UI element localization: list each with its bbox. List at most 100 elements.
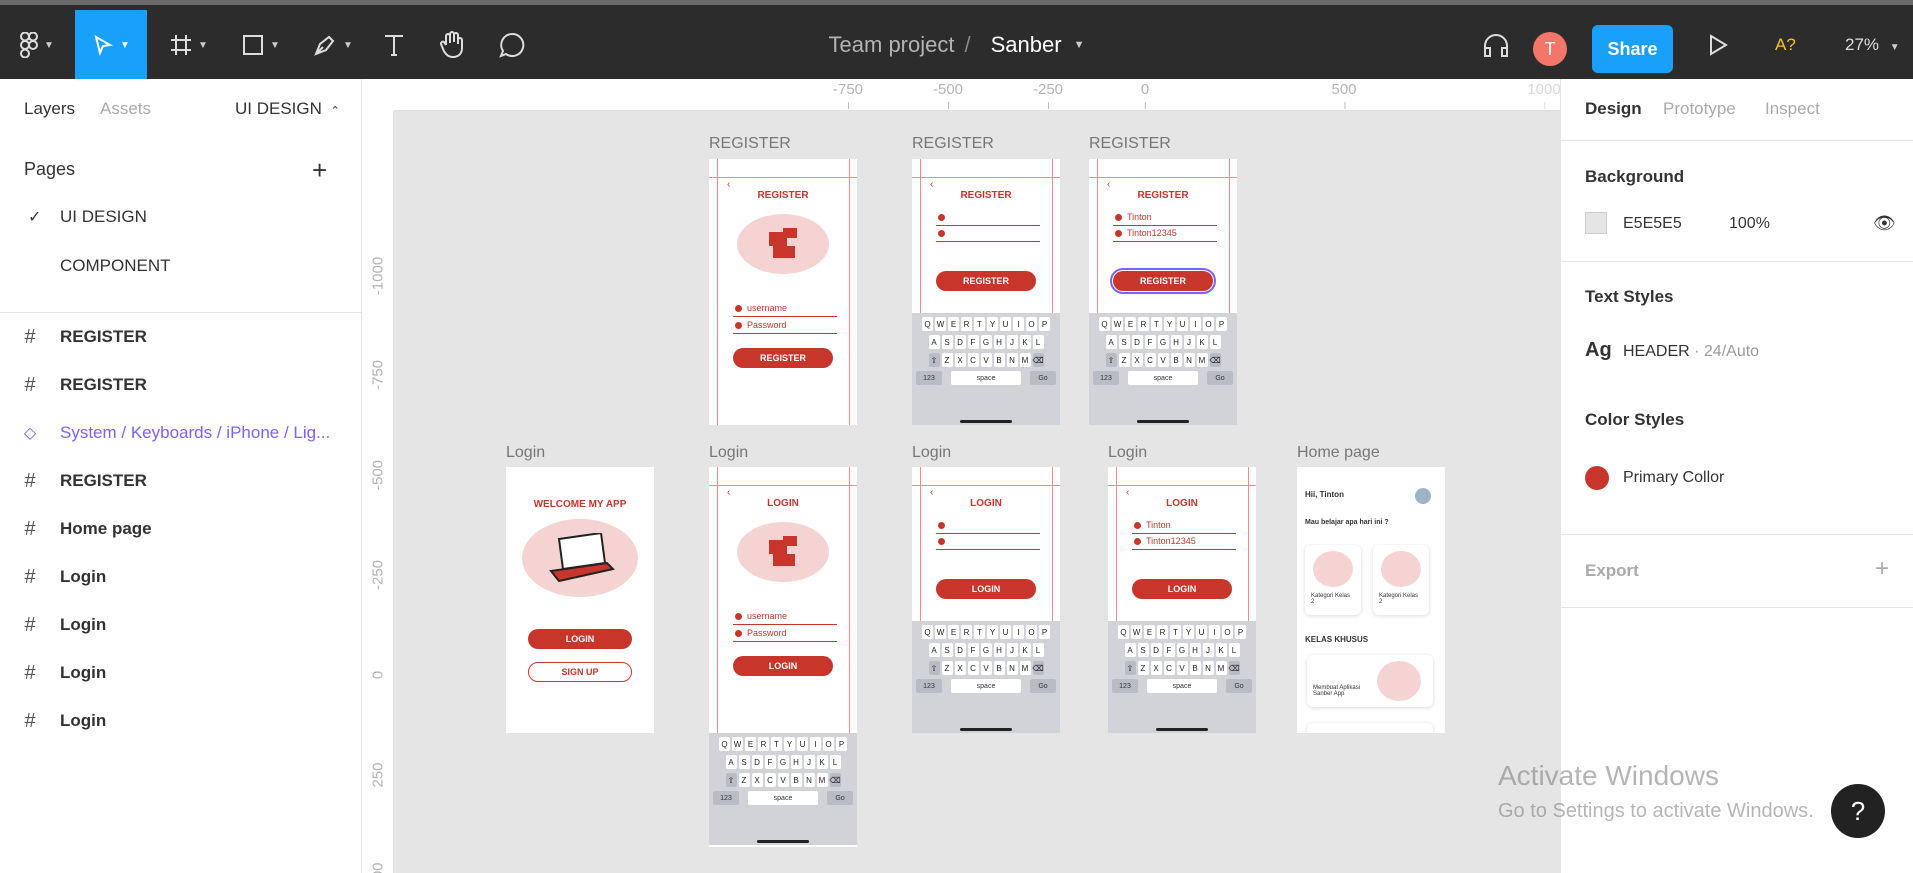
keyboard-key[interactable]: R	[758, 737, 769, 751]
keyboard-key[interactable]: P	[1216, 317, 1227, 331]
help-button[interactable]: ?	[1831, 784, 1885, 838]
keyboard-key[interactable]: F	[1144, 335, 1156, 349]
keyboard-key[interactable]: F	[967, 643, 979, 657]
keyboard-key[interactable]: T	[1170, 625, 1181, 639]
keyboard-key[interactable]: O	[1026, 317, 1037, 331]
keyboard-key[interactable]: R	[961, 317, 972, 331]
key-space[interactable]: space	[951, 371, 1021, 385]
eye-icon[interactable]: 👁	[1873, 213, 1896, 234]
keyboard-key[interactable]: Z	[1137, 661, 1149, 675]
page-item-component[interactable]: COMPONENT	[60, 256, 171, 276]
keyboard-key[interactable]: F	[967, 335, 979, 349]
keyboard-key[interactable]: S	[1118, 335, 1130, 349]
keyboard-key[interactable]: B	[1170, 353, 1182, 367]
keyboard-key[interactable]: H	[790, 755, 802, 769]
keyboard-key[interactable]: L	[1228, 643, 1240, 657]
layer-item[interactable]: # REGISTER	[0, 317, 362, 357]
add-page-icon[interactable]: +	[312, 155, 327, 186]
keyboard-key[interactable]: C	[764, 773, 776, 787]
login-button[interactable]: LOGIN	[936, 579, 1036, 599]
keyboard-key[interactable]: S	[738, 755, 750, 769]
keyboard-key[interactable]: R	[1157, 625, 1168, 639]
keyboard-key[interactable]: S	[941, 335, 953, 349]
keyboard-key[interactable]: T	[1151, 317, 1162, 331]
username-field[interactable]	[936, 520, 1040, 534]
keyboard-key[interactable]: U	[1177, 317, 1188, 331]
keyboard-key[interactable]: L	[1209, 335, 1221, 349]
keyboard-key[interactable]: B	[993, 661, 1005, 675]
backspace-key-icon[interactable]: ⌫	[1228, 661, 1240, 675]
keyboard-key[interactable]: T	[974, 317, 985, 331]
keyboard-key[interactable]: Y	[784, 737, 795, 751]
keyboard-key[interactable]: U	[797, 737, 808, 751]
frame-login-welcome[interactable]: WELCOME MY APP LOGIN SIGN UP	[506, 467, 654, 733]
keyboard-key[interactable]: Q	[922, 625, 933, 639]
layer-item[interactable]: # Login	[0, 701, 362, 741]
avatar[interactable]: T	[1533, 32, 1567, 66]
layer-item[interactable]: # REGISTER	[0, 365, 362, 405]
text-style-item[interactable]: HEADER · 24/Auto	[1623, 343, 1759, 361]
keyboard-key[interactable]: N	[1006, 661, 1018, 675]
keyboard-key[interactable]: E	[948, 625, 959, 639]
avatar[interactable]	[1415, 488, 1431, 504]
frame-label[interactable]: Login	[709, 444, 748, 462]
backspace-key-icon[interactable]: ⌫	[829, 773, 841, 787]
username-field[interactable]: username	[733, 611, 837, 625]
keyboard-key[interactable]: L	[829, 755, 841, 769]
shape-tool-button[interactable]: ▼	[232, 10, 290, 80]
keyboard-key[interactable]: P	[836, 737, 847, 751]
keyboard-key[interactable]: K	[1215, 643, 1227, 657]
keyboard-key[interactable]: Q	[719, 737, 730, 751]
keyboard-key[interactable]: T	[771, 737, 782, 751]
username-field[interactable]: Tinton	[1132, 520, 1236, 534]
frame-register-3[interactable]: ‹ REGISTER Tinton Tinton12345 REGISTER Q…	[1089, 159, 1237, 425]
frame-label[interactable]: Home page	[1297, 444, 1380, 462]
keyboard-key[interactable]: Q	[922, 317, 933, 331]
keyboard-key[interactable]: O	[1222, 625, 1233, 639]
register-button[interactable]: REGISTER	[733, 348, 833, 368]
keyboard-key[interactable]: K	[1019, 643, 1031, 657]
course-card[interactable]	[1307, 723, 1433, 733]
keyboard-key[interactable]: Z	[1118, 353, 1130, 367]
keyboard-key[interactable]: Z	[941, 353, 953, 367]
keyboard-key[interactable]: I	[810, 737, 821, 751]
audio-chat-button[interactable]	[1478, 10, 1514, 80]
page-item-ui-design[interactable]: UI DESIGN	[60, 207, 147, 227]
frame-login-3[interactable]: ‹ LOGIN Tinton Tinton12345 LOGIN QWERTYU…	[1108, 467, 1256, 733]
key-space[interactable]: space	[951, 679, 1021, 693]
main-menu-button[interactable]: ▼	[12, 10, 62, 80]
tab-layers[interactable]: Layers	[24, 99, 75, 119]
keyboard-key[interactable]: P	[1039, 625, 1050, 639]
keyboard-key[interactable]: H	[993, 335, 1005, 349]
add-export-icon[interactable]: +	[1875, 555, 1889, 583]
key-space[interactable]: space	[748, 791, 818, 805]
keyboard-key[interactable]: A	[928, 335, 940, 349]
accessibility-check-button[interactable]: A?	[1775, 35, 1796, 55]
key-space[interactable]: space	[1147, 679, 1217, 693]
keyboard-key[interactable]: F	[1163, 643, 1175, 657]
key-go[interactable]: Go	[1030, 371, 1056, 385]
keyboard-key[interactable]: X	[954, 661, 966, 675]
keyboard-key[interactable]: W	[935, 317, 946, 331]
background-opacity-input[interactable]: 100%	[1729, 215, 1770, 233]
keyboard-key[interactable]: X	[1131, 353, 1143, 367]
layer-item[interactable]: # Login	[0, 605, 362, 645]
register-button[interactable]: REGISTER	[936, 271, 1036, 291]
tab-prototype[interactable]: Prototype	[1663, 99, 1736, 119]
keyboard-key[interactable]: E	[1125, 317, 1136, 331]
layer-item[interactable]: # Home page	[0, 509, 362, 549]
keyboard-key[interactable]: A	[1105, 335, 1117, 349]
keyboard-key[interactable]: V	[1157, 353, 1169, 367]
password-field[interactable]	[936, 536, 1040, 550]
keyboard-key[interactable]: Y	[987, 625, 998, 639]
password-field[interactable]: Password	[733, 628, 837, 642]
move-tool-button[interactable]: ▼	[75, 10, 147, 80]
tab-assets[interactable]: Assets	[100, 99, 151, 119]
frame-register-2[interactable]: ‹ REGISTER REGISTER QWERTYUIOP ASDFGHJKL…	[912, 159, 1060, 425]
keyboard-key[interactable]: B	[1189, 661, 1201, 675]
frame-label[interactable]: REGISTER	[709, 135, 791, 153]
keyboard-key[interactable]: G	[1157, 335, 1169, 349]
backspace-key-icon[interactable]: ⌫	[1032, 353, 1044, 367]
key-numbers[interactable]: 123	[916, 679, 942, 693]
keyboard-key[interactable]: X	[1150, 661, 1162, 675]
